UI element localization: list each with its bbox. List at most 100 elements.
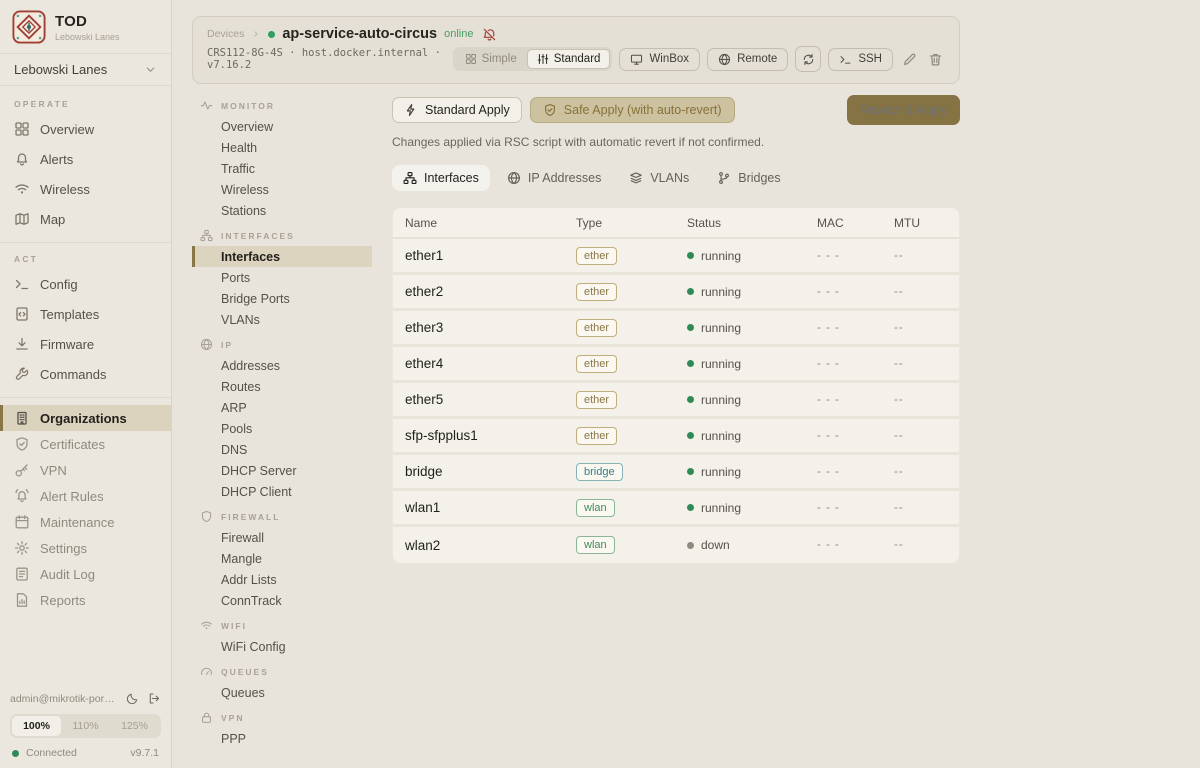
sidebar-item-icon <box>14 462 30 478</box>
interface-name: ether2 <box>393 284 564 299</box>
pencil-icon[interactable] <box>902 52 917 67</box>
sidebar-item[interactable]: Alerts <box>0 144 171 174</box>
activity-icon <box>200 99 213 112</box>
logout-icon[interactable] <box>148 692 161 705</box>
standard-apply-button[interactable]: Standard Apply <box>392 97 522 123</box>
sidebar-item[interactable]: Certificates <box>0 431 171 457</box>
subnav-item[interactable]: Overview <box>192 116 372 137</box>
sidebar-item[interactable]: Audit Log <box>0 561 171 587</box>
notifications-off-icon[interactable] <box>482 27 497 42</box>
interface-name: sfp-sfpplus1 <box>393 428 564 443</box>
sidebar-item[interactable]: Alert Rules <box>0 483 171 509</box>
subnav-item[interactable]: Pools <box>192 418 372 439</box>
type-badge: ether <box>576 247 617 265</box>
mac-value: - - - <box>805 466 882 478</box>
user-email: admin@mikrotik-portal.dev <box>10 693 117 705</box>
sidebar-item[interactable]: Organizations <box>0 405 171 431</box>
version-label: v9.7.1 <box>130 747 159 759</box>
ssh-button[interactable]: SSH <box>828 48 893 71</box>
subnav-item[interactable]: PPP <box>192 728 372 749</box>
table-row[interactable]: ether5 ether running - - - -- <box>393 383 959 419</box>
table-row[interactable]: wlan1 wlan running - - - -- <box>393 491 959 527</box>
subnav-item[interactable]: ARP <box>192 397 372 418</box>
status-indicator: running <box>675 321 805 335</box>
subnav-item[interactable]: Interfaces <box>192 246 372 267</box>
sidebar-item[interactable]: Config <box>0 269 171 299</box>
subnav-item[interactable]: Bridge Ports <box>192 288 372 309</box>
subnav-item[interactable]: DHCP Server <box>192 460 372 481</box>
page: Devices ap-service-auto-circus online CR… <box>192 16 960 749</box>
status-label: running <box>701 285 741 299</box>
table-row[interactable]: ether1 ether running - - - -- <box>393 239 959 275</box>
zoom-option[interactable]: 100% <box>12 716 61 736</box>
subnav-item[interactable]: Addr Lists <box>192 569 372 590</box>
review-apply-button[interactable]: Review & Apply <box>847 95 960 125</box>
subnav-item[interactable]: Firewall <box>192 527 372 548</box>
tab[interactable]: IP Addresses <box>496 165 612 191</box>
subnav-item[interactable]: Wireless <box>192 179 372 200</box>
subnav-item[interactable]: DNS <box>192 439 372 460</box>
subnav-item[interactable]: Traffic <box>192 158 372 179</box>
table-row[interactable]: ether4 ether running - - - -- <box>393 347 959 383</box>
sidebar-item-icon <box>14 410 30 426</box>
remote-button[interactable]: Remote <box>707 48 788 71</box>
refresh-button[interactable] <box>795 46 821 72</box>
subnav-item[interactable]: Ports <box>192 267 372 288</box>
moon-icon[interactable] <box>126 692 139 705</box>
subnav-item[interactable]: Stations <box>192 200 372 221</box>
zoom-option[interactable]: 125% <box>110 716 159 736</box>
status-dot <box>687 504 694 511</box>
mode-option[interactable]: Standard <box>527 49 611 69</box>
table-row[interactable]: sfp-sfpplus1 ether running - - - -- <box>393 419 959 455</box>
table-row[interactable]: wlan2 wlan down - - - -- <box>393 527 959 563</box>
trash-icon[interactable] <box>928 52 943 67</box>
device-online-badge: online <box>444 28 473 40</box>
tab[interactable]: VLANs <box>618 165 700 191</box>
table-row[interactable]: bridge bridge running - - - -- <box>393 455 959 491</box>
column-header: Type <box>564 216 675 230</box>
sidebar-item[interactable]: Commands <box>0 359 171 389</box>
column-header: MTU <box>882 216 959 230</box>
sidebar-item[interactable]: Firmware <box>0 329 171 359</box>
sidebar-item[interactable]: Settings <box>0 535 171 561</box>
sidebar-item[interactable]: Templates <box>0 299 171 329</box>
sidebar-item-label: Settings <box>40 541 87 556</box>
sidebar-item[interactable]: VPN <box>0 457 171 483</box>
subnav-item[interactable]: ConnTrack <box>192 590 372 611</box>
zoom-toggle: 100% 110% 125% <box>10 714 161 738</box>
sidebar-item[interactable]: Wireless <box>0 174 171 204</box>
sidebar-item[interactable]: Map <box>0 204 171 234</box>
secondary-nav: MONITOR Overview Health Traffic Wireless… <box>192 95 392 749</box>
subnav-item[interactable]: Health <box>192 137 372 158</box>
subnav-item[interactable]: VLANs <box>192 309 372 330</box>
subnav-item[interactable]: Addresses <box>192 355 372 376</box>
zoom-option[interactable]: 110% <box>61 716 110 736</box>
sidebar-item-label: Firmware <box>40 337 94 352</box>
tab[interactable]: Bridges <box>706 165 791 191</box>
mtu-value: -- <box>882 539 959 551</box>
mtu-value: -- <box>882 466 959 478</box>
subnav-item[interactable]: WiFi Config <box>192 636 372 657</box>
sidebar-item[interactable]: Maintenance <box>0 509 171 535</box>
subnav-group-label: MONITOR <box>221 101 275 111</box>
safe-apply-button[interactable]: Safe Apply (with auto-revert) <box>530 97 735 123</box>
subnav-item[interactable]: DHCP Client <box>192 481 372 502</box>
tab[interactable]: Interfaces <box>392 165 490 191</box>
sidebar-item-label: Organizations <box>40 411 127 426</box>
org-selector[interactable]: Lebowski Lanes <box>0 54 171 86</box>
wifi-icon <box>200 619 213 632</box>
status-label: running <box>701 393 741 407</box>
breadcrumb[interactable]: Devices <box>207 28 244 40</box>
table-row[interactable]: ether3 ether running - - - -- <box>393 311 959 347</box>
type-badge: wlan <box>576 499 615 517</box>
table-row[interactable]: ether2 ether running - - - -- <box>393 275 959 311</box>
subnav-item[interactable]: Mangle <box>192 548 372 569</box>
sidebar-item[interactable]: Reports <box>0 587 171 613</box>
winbox-button[interactable]: WinBox <box>619 48 700 71</box>
subnav-item[interactable]: Routes <box>192 376 372 397</box>
mtu-value: -- <box>882 430 959 442</box>
subnav-item[interactable]: Queues <box>192 682 372 703</box>
org-selector-value: Lebowski Lanes <box>14 62 107 77</box>
mode-option[interactable]: Simple <box>455 49 527 69</box>
sidebar-item[interactable]: Overview <box>0 114 171 144</box>
